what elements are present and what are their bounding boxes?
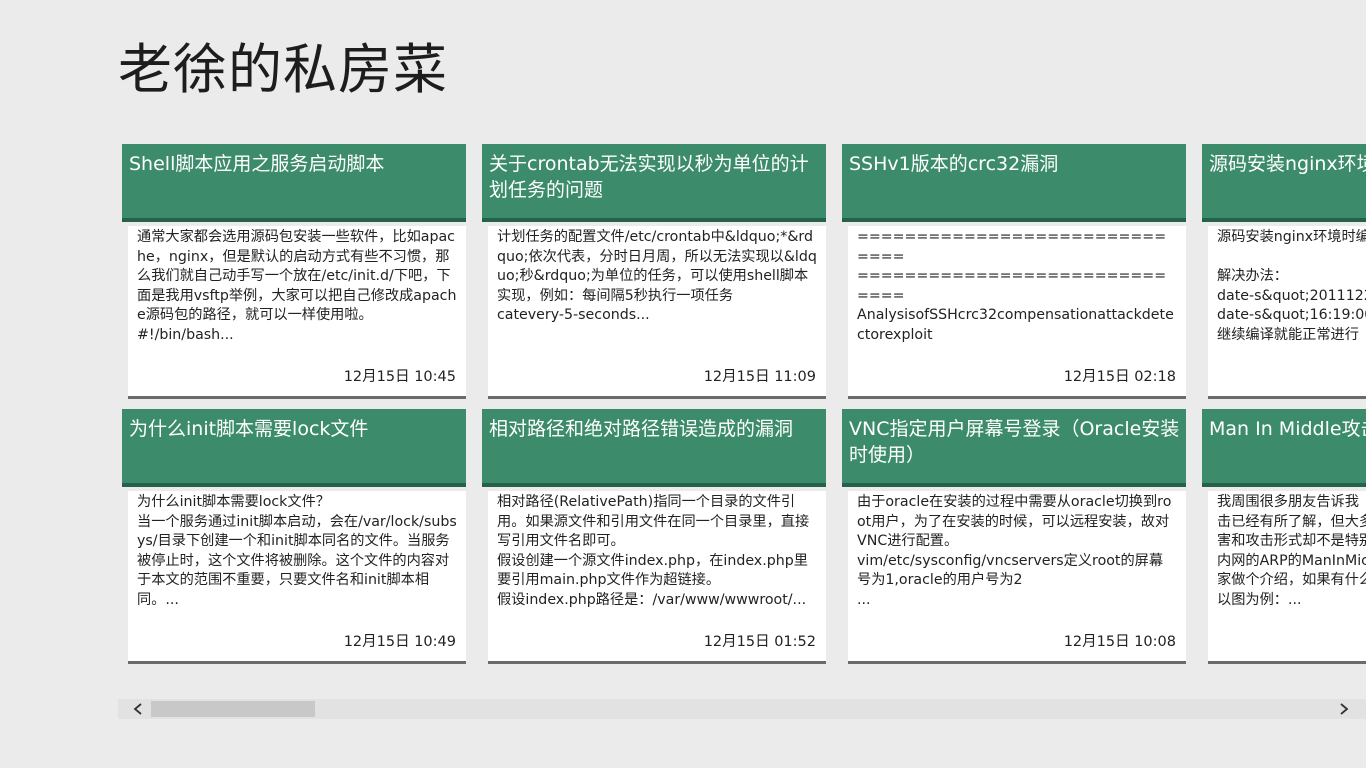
post-title: 相对路径和绝对路径错误造成的漏洞: [489, 418, 794, 440]
post-title: 为什么init脚本需要lock文件: [129, 418, 369, 440]
post-title: SSHv1版本的crc32漏洞: [849, 153, 1059, 175]
scroll-right-arrow-icon[interactable]: [1334, 699, 1354, 719]
posts-grid: Shell脚本应用之服务启动脚本 通常大家都会选用源码包安装一些软件，比如apa…: [122, 144, 1366, 668]
tile-header: SSHv1版本的crc32漏洞: [842, 144, 1186, 222]
tile-body: 为什么init脚本需要lock文件？ 当一个服务通过init脚本启动，会在/va…: [128, 491, 466, 664]
post-tile[interactable]: 源码安装nginx环境时编 源码安装nginx环境时编 解决办法： date-s…: [1202, 144, 1366, 399]
page-title: 老徐的私房菜: [118, 38, 448, 101]
tile-header: VNC指定用户屏幕号登录（Oracle安装时使用）: [842, 409, 1186, 487]
post-excerpt: 通常大家都会选用源码包安装一些软件，比如apache，nginx，但是默认的启动…: [137, 229, 457, 343]
post-date: 12月15日 01:52: [703, 634, 816, 650]
post-date: 12月15日 10:45: [343, 369, 456, 385]
post-excerpt: 由于oracle在安装的过程中需要从oracle切换到root用户，为了在安装的…: [857, 494, 1172, 608]
post-date: 12月15日 02:18: [1063, 369, 1176, 385]
post-excerpt: 为什么init脚本需要lock文件？ 当一个服务通过init脚本启动，会在/va…: [137, 494, 457, 608]
tile-header: 为什么init脚本需要lock文件: [122, 409, 466, 487]
post-tile[interactable]: VNC指定用户屏幕号登录（Oracle安装时使用） 由于oracle在安装的过程…: [842, 409, 1186, 664]
post-title: Man In Middle攻击: [1209, 418, 1366, 440]
post-title: VNC指定用户屏幕号登录（Oracle安装时使用）: [849, 418, 1180, 466]
scroll-left-arrow-icon[interactable]: [128, 699, 148, 719]
post-date: 12月15日 10:08: [1063, 634, 1176, 650]
scroll-track[interactable]: [148, 701, 1332, 717]
post-tile[interactable]: SSHv1版本的crc32漏洞 ========================…: [842, 144, 1186, 399]
tile-header: 相对路径和绝对路径错误造成的漏洞: [482, 409, 826, 487]
tile-header: 关于crontab无法实现以秒为单位的计划任务的问题: [482, 144, 826, 222]
tile-body: 由于oracle在安装的过程中需要从oracle切换到root用户，为了在安装的…: [848, 491, 1186, 664]
post-tile[interactable]: Man In Middle攻击 我周围很多朋友告诉我 击已经有所了解，但大多 害…: [1202, 409, 1366, 664]
scroll-thumb[interactable]: [151, 701, 315, 717]
post-excerpt: 相对路径(RelativePath)指同一个目录的文件引用。如果源文件和引用文件…: [497, 494, 810, 608]
tile-body: 源码安装nginx环境时编 解决办法： date-s&quot;20111221…: [1208, 226, 1366, 399]
post-tile[interactable]: 相对路径和绝对路径错误造成的漏洞 相对路径(RelativePath)指同一个目…: [482, 409, 826, 664]
tile-body: ============================== =========…: [848, 226, 1186, 399]
tile-body: 相对路径(RelativePath)指同一个目录的文件引用。如果源文件和引用文件…: [488, 491, 826, 664]
post-excerpt: 源码安装nginx环境时编 解决办法： date-s&quot;20111221…: [1217, 229, 1366, 343]
tile-body: 我周围很多朋友告诉我 击已经有所了解，但大多 害和攻击形式却不是特别 内网的AR…: [1208, 491, 1366, 664]
post-excerpt: 计划任务的配置文件/etc/crontab中&ldquo;*&rdquo;依次代…: [497, 229, 817, 323]
tile-header: 源码安装nginx环境时编: [1202, 144, 1366, 222]
post-title: 源码安装nginx环境时编: [1209, 153, 1366, 175]
post-tile[interactable]: 为什么init脚本需要lock文件 为什么init脚本需要lock文件？ 当一个…: [122, 409, 466, 664]
tile-body: 通常大家都会选用源码包安装一些软件，比如apache，nginx，但是默认的启动…: [128, 226, 466, 399]
post-tile[interactable]: Shell脚本应用之服务启动脚本 通常大家都会选用源码包安装一些软件，比如apa…: [122, 144, 466, 399]
post-title: 关于crontab无法实现以秒为单位的计划任务的问题: [489, 153, 809, 201]
app-page: 老徐的私房菜 Shell脚本应用之服务启动脚本 通常大家都会选用源码包安装一些软…: [0, 0, 1366, 768]
post-tile[interactable]: 关于crontab无法实现以秒为单位的计划任务的问题 计划任务的配置文件/etc…: [482, 144, 826, 399]
post-date: 12月15日 11:09: [703, 369, 816, 385]
post-date: 12月15日 10:49: [343, 634, 456, 650]
post-excerpt: ============================== =========…: [857, 229, 1174, 348]
tile-header: Man In Middle攻击: [1202, 409, 1366, 487]
post-title: Shell脚本应用之服务启动脚本: [129, 153, 385, 175]
post-excerpt: 我周围很多朋友告诉我 击已经有所了解，但大多 害和攻击形式却不是特别 内网的AR…: [1217, 494, 1366, 608]
tile-header: Shell脚本应用之服务启动脚本: [122, 144, 466, 222]
tile-body: 计划任务的配置文件/etc/crontab中&ldquo;*&rdquo;依次代…: [488, 226, 826, 399]
horizontal-scrollbar[interactable]: [118, 699, 1366, 719]
